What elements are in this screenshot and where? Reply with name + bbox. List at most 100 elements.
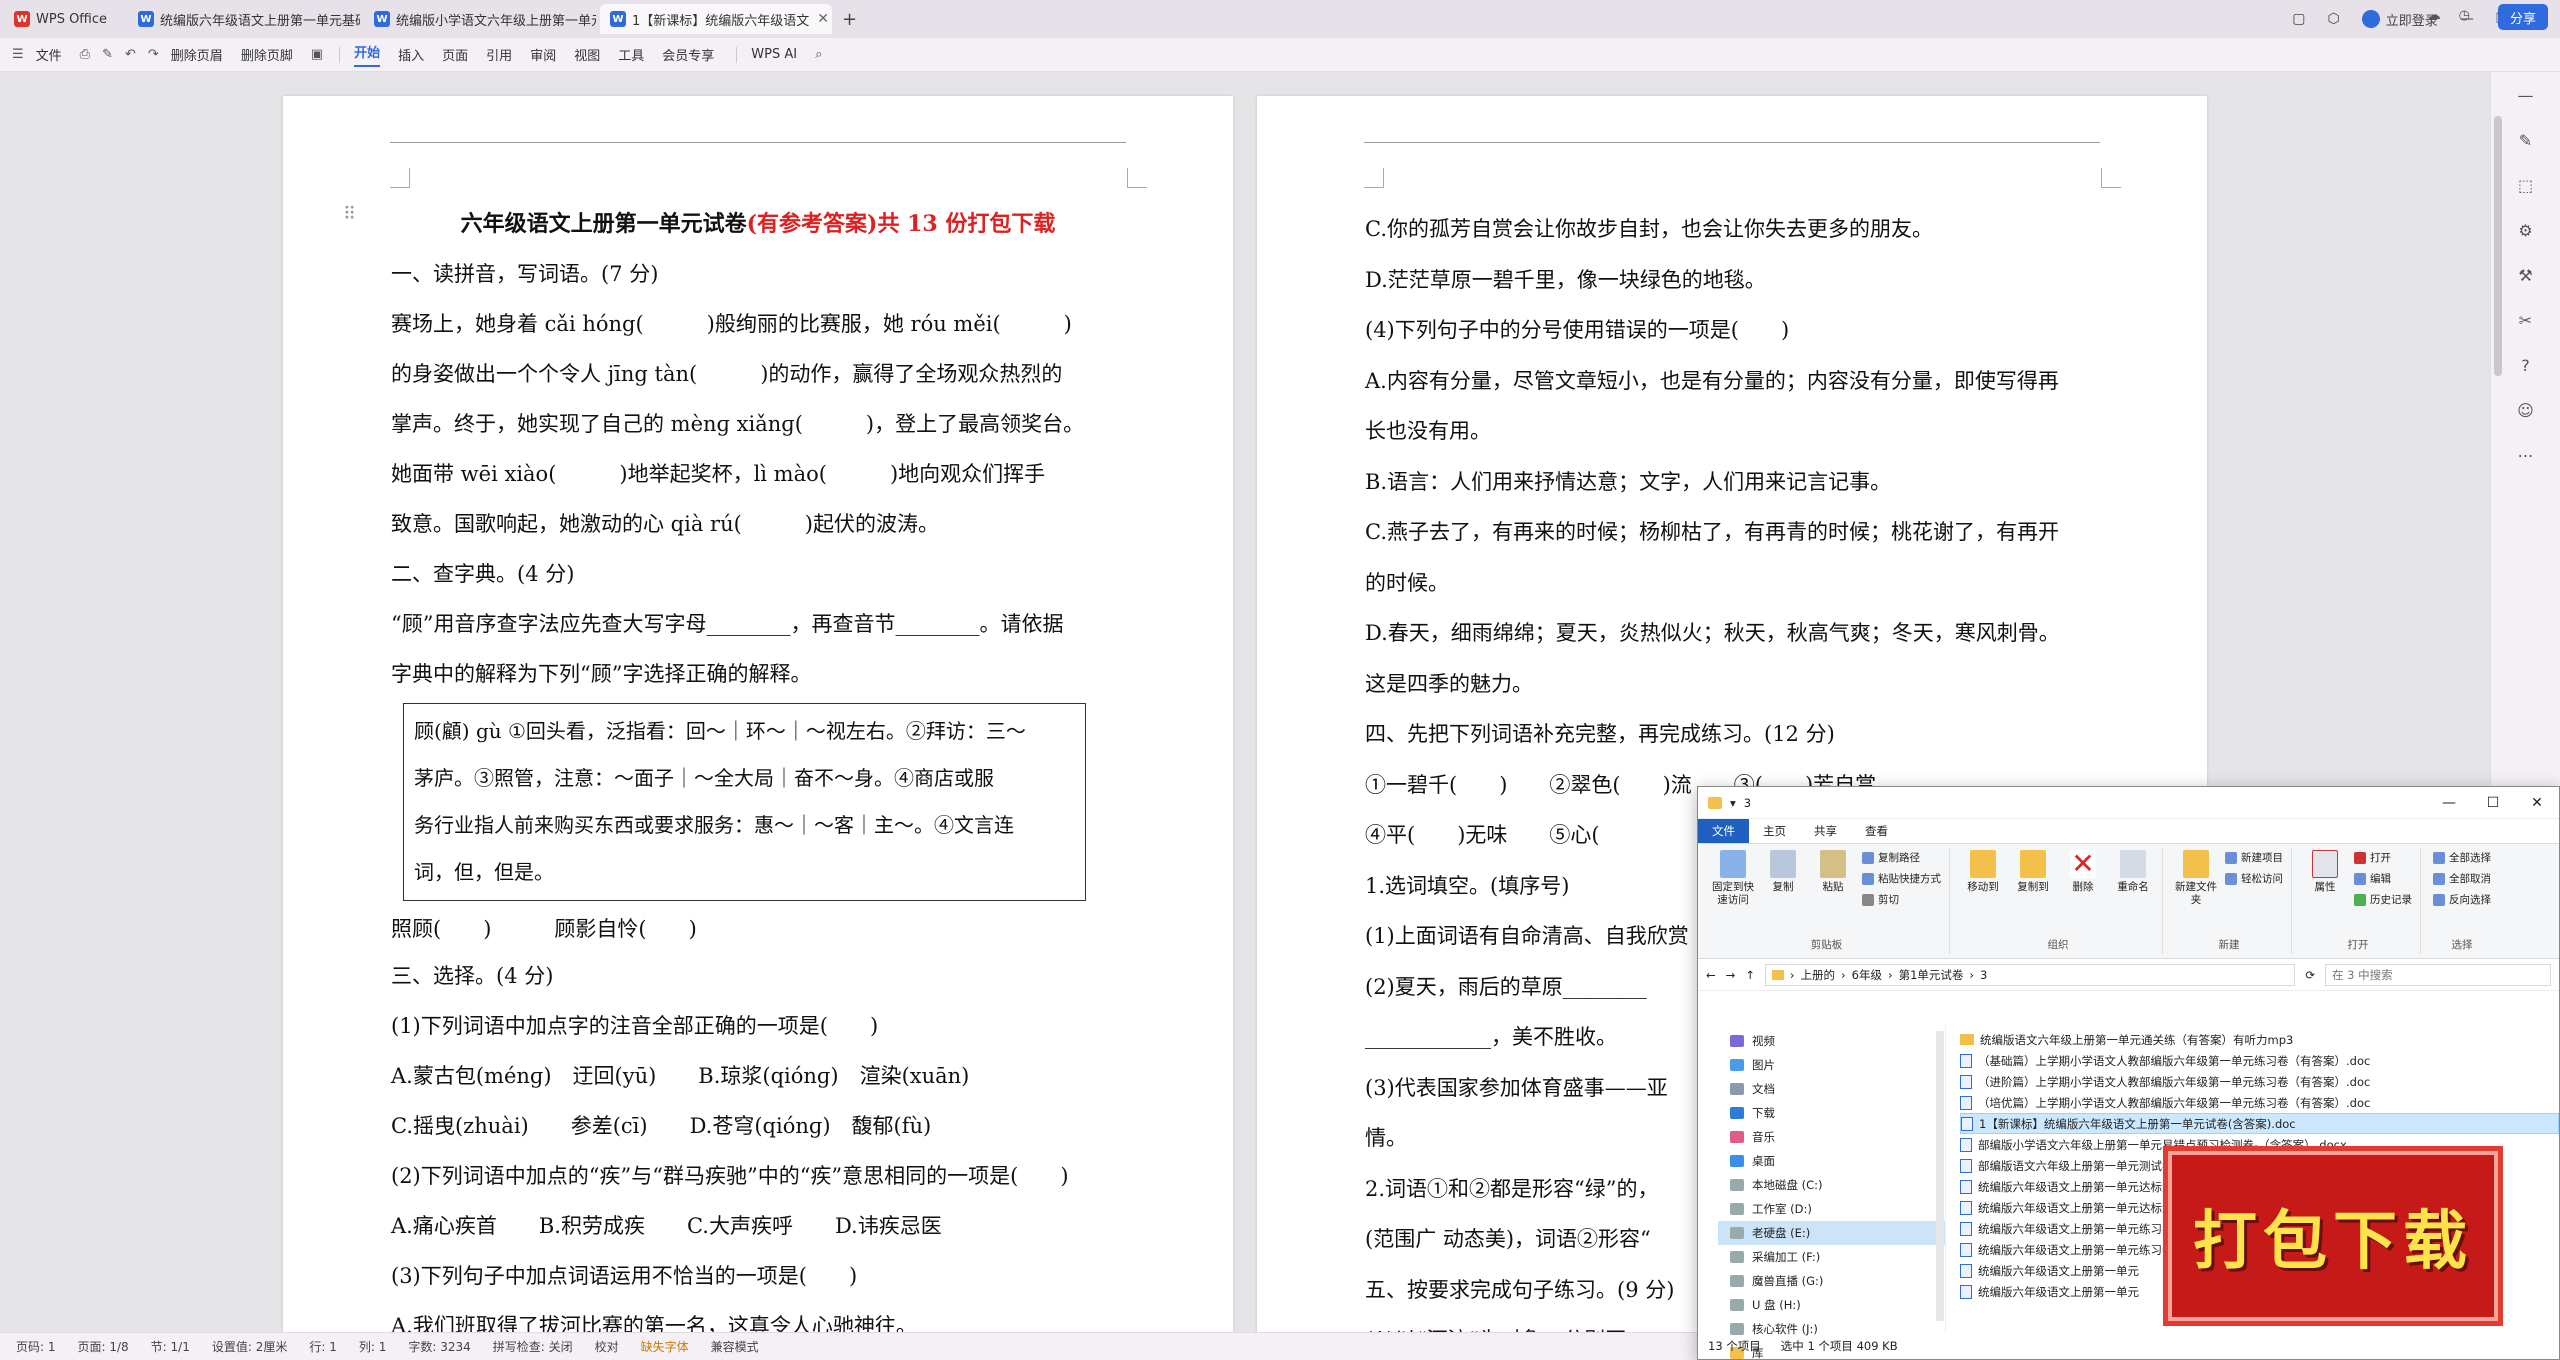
tab-0[interactable]: W WPS Office: [4, 4, 124, 34]
nav-item[interactable]: U 盘 (H:): [1718, 1293, 1945, 1317]
up-icon[interactable]: ↑: [1745, 968, 1755, 982]
hamburger-icon[interactable]: ☰: [12, 47, 24, 62]
drag-handle-icon[interactable]: ⠿: [343, 204, 356, 225]
nav-item[interactable]: 老硬盘 (E:): [1718, 1221, 1945, 1245]
nav-item[interactable]: 桌面: [1718, 1149, 1945, 1173]
open-button[interactable]: 打开: [2354, 850, 2412, 865]
more-icon[interactable]: ⋯: [2518, 446, 2534, 465]
new-item-button[interactable]: 新建项目: [2225, 850, 2283, 865]
status-item[interactable]: 页面: 1/8: [78, 1338, 129, 1355]
delete-footer-button[interactable]: 删除页脚: [241, 45, 293, 64]
ribbon-tab-3[interactable]: 查看: [1851, 819, 1902, 843]
menu-item-7[interactable]: 会员专享: [662, 45, 714, 64]
menu-item-3[interactable]: 引用: [486, 45, 512, 64]
file-item[interactable]: （进阶篇）上学期小学语文人教部编版六年级第一单元练习卷（有答案）.doc: [1960, 1071, 2559, 1092]
refresh-icon[interactable]: ⟳: [2305, 968, 2315, 982]
status-item[interactable]: 页码: 1: [16, 1338, 56, 1355]
select-icon[interactable]: ⬚: [2518, 176, 2533, 195]
nav-item[interactable]: 魔兽直播 (G:): [1718, 1269, 1945, 1293]
nav-item[interactable]: 本地磁盘 (C:): [1718, 1173, 1945, 1197]
cube-icon[interactable]: ⬡: [2327, 11, 2339, 27]
select-all-button[interactable]: 全部选择: [2433, 850, 2491, 865]
tab-3[interactable]: W 1【新课标】统编版六年级语文 ✕: [600, 4, 832, 34]
move-to-button[interactable]: 移动到: [1962, 850, 2004, 894]
search-icon[interactable]: ⌕: [815, 47, 822, 62]
layout-icon[interactable]: ▢: [2292, 11, 2305, 27]
status-item[interactable]: 节: 1/1: [151, 1338, 190, 1355]
collapse-icon[interactable]: —: [2518, 86, 2534, 105]
back-icon[interactable]: ←: [1706, 968, 1716, 982]
download-promo-banner[interactable]: 打包下载: [2163, 1146, 2503, 1326]
folder-item[interactable]: 统编版语文六年级上册第一单元通关练（有答案）有听力mp3: [1960, 1029, 2559, 1050]
quick-access-icon[interactable]: ▾: [1730, 796, 1736, 810]
missing-font-warning[interactable]: 缺失字体: [641, 1338, 689, 1355]
nav-scrollbar[interactable]: [1936, 1031, 1944, 1321]
status-item[interactable]: 拼写检查: 关闭: [493, 1338, 573, 1355]
rename-button[interactable]: 重命名: [2112, 850, 2154, 894]
close-icon[interactable]: ✕: [2515, 787, 2559, 819]
cut-button[interactable]: 剪切: [1862, 892, 1941, 907]
emoji-icon[interactable]: ☺: [2517, 401, 2534, 420]
menu-item-2[interactable]: 页面: [442, 45, 468, 64]
toolbox-icon[interactable]: ⚒: [2518, 266, 2532, 285]
menu-item-0[interactable]: 开始: [354, 42, 381, 67]
undo-icon[interactable]: ↶: [125, 47, 136, 62]
nav-item[interactable]: 音乐: [1718, 1125, 1945, 1149]
help-icon[interactable]: ?: [2521, 356, 2530, 375]
breadcrumb-item[interactable]: 6年级: [1852, 967, 1882, 983]
nav-item[interactable]: 采编加工 (F:): [1718, 1245, 1945, 1269]
status-item[interactable]: 行: 1: [309, 1338, 337, 1355]
file-item[interactable]: 1【新课标】统编版六年级语文上册第一单元试卷(含答案).doc: [1960, 1113, 2559, 1134]
select-none-button[interactable]: 全部取消: [2433, 871, 2491, 886]
search-input[interactable]: 在 3 中搜索: [2325, 963, 2551, 986]
menu-item-4[interactable]: 审阅: [530, 45, 556, 64]
file-item[interactable]: （培优篇）上学期小学语文人教部编版六年级第一单元练习卷（有答案）.doc: [1960, 1092, 2559, 1113]
tools-icon[interactable]: ✂: [2519, 311, 2532, 330]
paste-shortcut-button[interactable]: 粘贴快捷方式: [1862, 871, 1941, 886]
save-icon[interactable]: ⎙: [80, 47, 90, 62]
document-page-1[interactable]: ⠿ 六年级语文上册第一单元试卷(有参考答案)共 13 份打包下载 一、读拼音，写…: [283, 96, 1233, 1332]
status-item[interactable]: 校对: [595, 1338, 619, 1355]
address-bar[interactable]: › 上册的 › 6年级 › 第1单元试卷 › 3: [1764, 963, 2296, 986]
ribbon-tab-1[interactable]: 主页: [1749, 819, 1800, 843]
pin-quick-access-button[interactable]: 固定到快速访问: [1712, 850, 1754, 907]
history-button[interactable]: 历史记录: [2354, 892, 2412, 907]
ribbon-tab-0[interactable]: 文件: [1698, 819, 1749, 843]
invert-selection-button[interactable]: 反向选择: [2433, 892, 2491, 907]
wps-ai-button[interactable]: WPS AI: [751, 47, 797, 62]
copy-path-button[interactable]: 复制路径: [1862, 850, 1941, 865]
menu-item-1[interactable]: 插入: [398, 45, 424, 64]
paste-button[interactable]: 粘贴: [1812, 850, 1854, 894]
redo-icon[interactable]: ↷: [148, 47, 159, 62]
status-item[interactable]: 设置值: 2厘米: [212, 1338, 288, 1355]
nav-item[interactable]: 图片: [1718, 1053, 1945, 1077]
share-button[interactable]: 分享: [2497, 4, 2548, 30]
pen-icon[interactable]: ✎: [2519, 131, 2532, 150]
breadcrumb-item[interactable]: 第1单元试卷: [1899, 967, 1964, 983]
menu-item-6[interactable]: 工具: [618, 45, 644, 64]
properties-button[interactable]: 属性: [2304, 850, 2346, 894]
nav-item[interactable]: 下载: [1718, 1101, 1945, 1125]
nav-item[interactable]: 工作室 (D:): [1718, 1197, 1945, 1221]
maximize-icon[interactable]: ☐: [2471, 787, 2515, 819]
file-menu[interactable]: 文件: [36, 45, 62, 64]
new-tab-icon[interactable]: +: [842, 9, 857, 30]
nav-item[interactable]: 文档: [1718, 1077, 1945, 1101]
tab-1[interactable]: W 统编版六年级语文上册第一单元基础: [128, 4, 360, 34]
nav-item[interactable]: 视频: [1718, 1029, 1945, 1053]
edit-button[interactable]: 编辑: [2354, 871, 2412, 886]
header-options-icon[interactable]: ▣: [311, 47, 323, 62]
login-button[interactable]: 立即登录: [2361, 10, 2438, 29]
status-item[interactable]: 字数: 3234: [408, 1338, 470, 1355]
copy-to-button[interactable]: 复制到: [2012, 850, 2054, 894]
breadcrumb-item[interactable]: 上册的: [1801, 967, 1836, 983]
forward-icon[interactable]: →: [1726, 968, 1736, 982]
minimize-icon[interactable]: —: [2427, 787, 2471, 819]
new-folder-button[interactable]: 新建文件夹: [2175, 850, 2217, 907]
cloud-icon[interactable]: ☁: [2428, 8, 2441, 23]
file-item[interactable]: （基础篇）上学期小学语文人教部编版六年级第一单元练习卷（有答案）.doc: [1960, 1050, 2559, 1071]
delete-header-button[interactable]: 删除页眉: [171, 45, 223, 64]
delete-button[interactable]: ✕ 删除: [2062, 850, 2104, 894]
history-icon[interactable]: ◷: [2459, 8, 2470, 23]
menu-item-5[interactable]: 视图: [574, 45, 600, 64]
